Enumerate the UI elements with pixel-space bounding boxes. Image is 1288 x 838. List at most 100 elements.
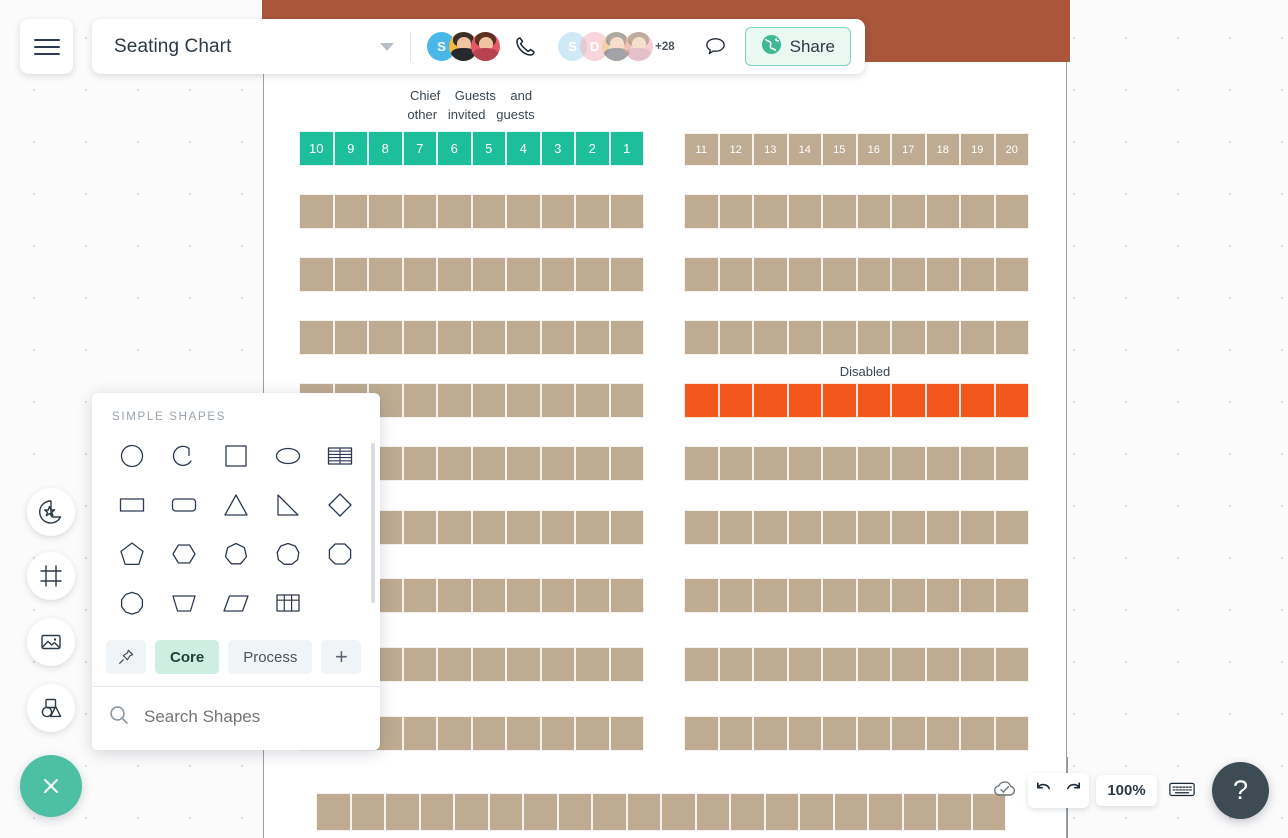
seat[interactable] [891, 716, 926, 751]
seat[interactable] [799, 793, 834, 831]
seat[interactable] [891, 320, 926, 355]
seat[interactable] [960, 320, 995, 355]
seat[interactable] [609, 320, 644, 355]
seat[interactable] [402, 578, 437, 613]
seat[interactable] [960, 383, 995, 418]
pentagon-shape[interactable] [106, 531, 158, 577]
seat[interactable] [730, 793, 765, 831]
seat[interactable] [822, 716, 857, 751]
seat-row[interactable] [684, 320, 1029, 355]
seat[interactable] [718, 194, 753, 229]
seat[interactable] [437, 578, 472, 613]
seat[interactable] [891, 647, 926, 682]
shapes-grid[interactable] [92, 423, 380, 626]
seat[interactable] [385, 793, 420, 831]
avatar[interactable] [471, 32, 501, 61]
seat[interactable] [471, 446, 506, 481]
avatar[interactable] [624, 32, 654, 61]
seat-row[interactable] [299, 257, 644, 292]
right-triangle-shape[interactable] [262, 482, 314, 528]
seat-row[interactable] [684, 716, 1029, 751]
square-shape[interactable] [210, 433, 262, 479]
seat[interactable] [868, 793, 903, 831]
seat[interactable] [402, 194, 437, 229]
seat[interactable] [557, 793, 592, 831]
seat[interactable] [350, 793, 385, 831]
seat[interactable] [994, 194, 1029, 229]
undo-arrow-icon[interactable] [1034, 779, 1053, 803]
seat[interactable] [994, 257, 1029, 292]
seat[interactable] [333, 320, 368, 355]
seat[interactable] [822, 446, 857, 481]
seat[interactable] [856, 647, 891, 682]
seat[interactable] [626, 793, 661, 831]
seat[interactable] [925, 578, 960, 613]
seat[interactable] [575, 383, 610, 418]
seat[interactable] [506, 647, 541, 682]
seat[interactable] [609, 257, 644, 292]
seat[interactable] [684, 446, 719, 481]
seat[interactable] [299, 257, 334, 292]
seat[interactable] [684, 320, 719, 355]
seat[interactable]: 11 [684, 133, 719, 166]
seat[interactable] [718, 578, 753, 613]
arc-shape[interactable] [158, 433, 210, 479]
shapes-tab-add[interactable]: + [321, 640, 362, 674]
seat[interactable] [856, 383, 891, 418]
sticker-shapes-icon[interactable] [27, 488, 75, 536]
seat[interactable] [609, 446, 644, 481]
seat[interactable] [592, 793, 627, 831]
seat[interactable] [787, 510, 822, 545]
seat[interactable] [684, 578, 719, 613]
rectangle-shape[interactable] [106, 482, 158, 528]
seat[interactable] [402, 383, 437, 418]
seat[interactable] [540, 257, 575, 292]
close-x-icon[interactable] [20, 755, 82, 817]
seat[interactable]: 14 [787, 133, 822, 166]
seat[interactable] [540, 383, 575, 418]
seat[interactable] [891, 578, 926, 613]
ellipse-shape[interactable] [262, 433, 314, 479]
seat[interactable] [437, 510, 472, 545]
seat[interactable] [506, 510, 541, 545]
seat[interactable] [609, 510, 644, 545]
seat[interactable]: 9 [333, 131, 368, 166]
seat[interactable] [833, 793, 868, 831]
seat[interactable] [822, 320, 857, 355]
seat[interactable] [994, 716, 1029, 751]
seat[interactable] [718, 383, 753, 418]
seat[interactable] [506, 716, 541, 751]
seat-row[interactable] [299, 320, 644, 355]
seat[interactable]: 13 [753, 133, 788, 166]
seat[interactable] [609, 194, 644, 229]
seat[interactable] [822, 257, 857, 292]
seat[interactable] [753, 257, 788, 292]
seat[interactable] [960, 446, 995, 481]
seat[interactable] [471, 257, 506, 292]
seat[interactable] [437, 716, 472, 751]
seat[interactable] [925, 194, 960, 229]
seat[interactable] [609, 383, 644, 418]
active-collaborators[interactable]: S [427, 32, 501, 61]
seat[interactable] [575, 578, 610, 613]
heptagon-shape[interactable] [210, 531, 262, 577]
seat[interactable] [753, 647, 788, 682]
seat[interactable] [718, 510, 753, 545]
seat[interactable] [368, 257, 403, 292]
seat[interactable]: 7 [402, 131, 437, 166]
shapes-tabs[interactable]: Core Process + [92, 626, 380, 686]
seat[interactable] [402, 446, 437, 481]
seat[interactable] [368, 320, 403, 355]
seat[interactable] [925, 647, 960, 682]
seat[interactable] [891, 383, 926, 418]
seat[interactable] [684, 716, 719, 751]
seat[interactable] [506, 194, 541, 229]
seat[interactable] [540, 510, 575, 545]
circle-shape[interactable] [106, 433, 158, 479]
seat-row[interactable] [684, 383, 1029, 418]
trapezoid-shape[interactable] [158, 580, 210, 626]
seat[interactable] [718, 257, 753, 292]
phone-icon[interactable] [510, 32, 540, 62]
seat[interactable] [684, 257, 719, 292]
comment-bubble-icon[interactable] [701, 32, 731, 62]
